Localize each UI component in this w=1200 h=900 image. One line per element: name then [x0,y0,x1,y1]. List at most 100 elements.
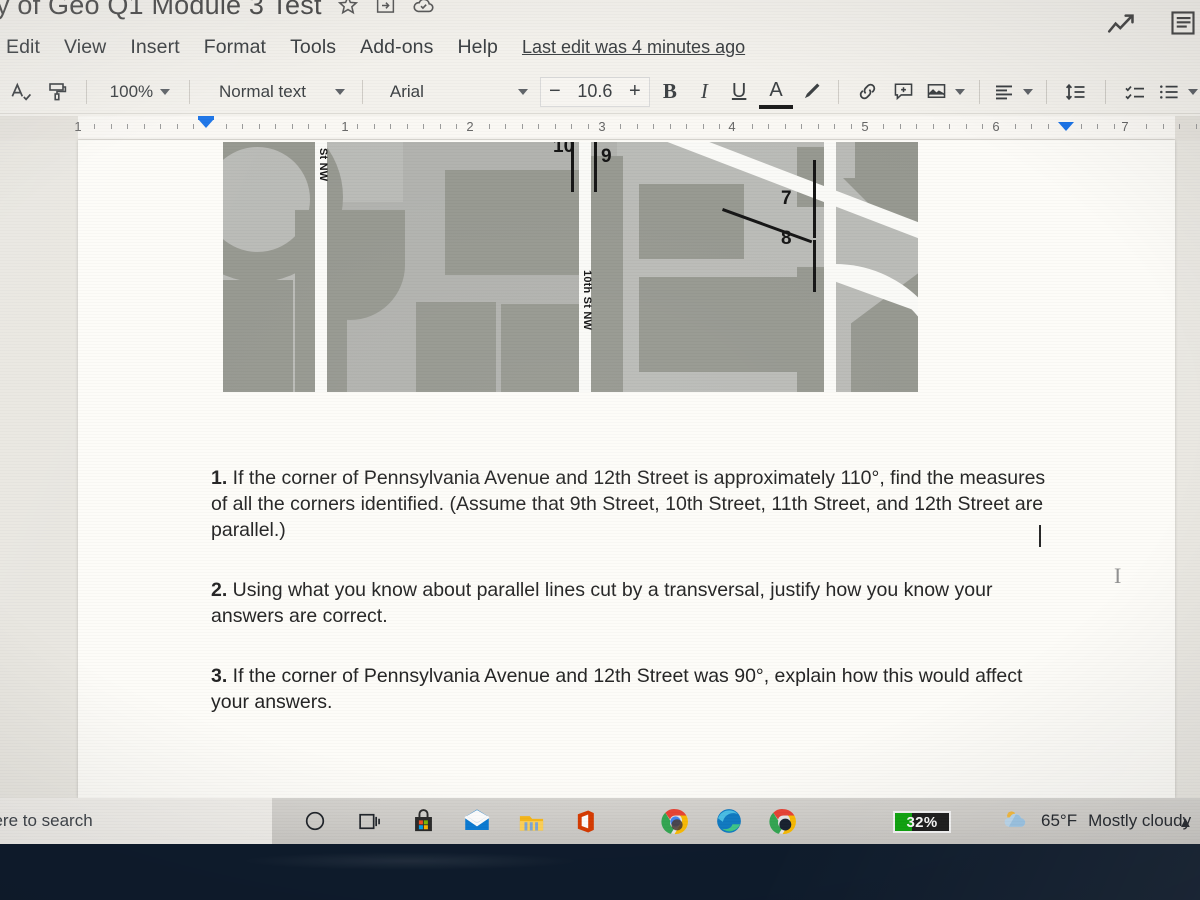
office-icon[interactable] [558,798,612,844]
bulleted-list-icon[interactable] [1155,75,1200,109]
chevron-down-icon [517,88,528,95]
chevron-down-icon [160,88,171,95]
edge-icon[interactable] [702,798,756,844]
angle-label-8: 8 [781,228,792,249]
menu-item-addons[interactable]: Add-ons [348,36,445,59]
document-page[interactable]: St NW 10th St NW 10 9 7 8 1. If the corn… [78,140,1175,798]
spellcheck-icon[interactable] [4,75,38,109]
font-size-increase-button[interactable]: + [621,80,649,103]
weather-widget[interactable]: 65°F Mostly cloudy [1000,798,1191,844]
menu-item-view[interactable]: View [52,36,118,59]
text-color-button[interactable]: A [759,75,793,109]
zoom-value: 100% [109,81,154,101]
ruler-left-margin [0,116,78,140]
battery-percent-label: 32% [906,813,938,831]
taskbar-search-input[interactable]: here to search [0,798,272,844]
question-2[interactable]: 2. Using what you know about parallel li… [211,577,1056,629]
add-comment-icon[interactable] [887,75,921,109]
map-label-st-nw: St NW [317,148,329,182]
cloud-saved-icon[interactable] [412,0,436,17]
partly-cloudy-icon [1000,804,1030,839]
angle-bar-9 [594,142,597,192]
chrome-beta-icon[interactable] [756,798,810,844]
toolbar-separator [189,79,191,104]
font-size-input[interactable]: 10.6 [569,81,621,102]
toolbar-separator [838,79,840,104]
chrome-icon[interactable] [648,798,702,844]
question-1-number: 1. [211,467,228,489]
menu-item-tools[interactable]: Tools [278,36,348,59]
font-size-decrease-button[interactable]: − [541,80,569,103]
underline-button[interactable]: U [721,75,757,109]
mouse-ibeam-cursor: I [1114,563,1122,588]
map-label-10th-st-nw: 10th St NW [581,270,593,331]
document-canvas: St NW 10th St NW 10 9 7 8 1. If the corn… [0,140,1200,798]
question-2-number: 2. [211,579,228,601]
microsoft-store-icon[interactable] [396,798,450,844]
paragraph-style-value: Normal text [219,81,306,101]
toolbar-separator [978,79,980,104]
cortana-circle-icon[interactable] [288,798,342,844]
laptop-bezel [0,844,1200,900]
ruler-number: 1 [341,119,349,134]
document-body-text[interactable]: 1. If the corner of Pennsylvania Avenue … [211,465,1056,749]
menu-bar: Edit View Insert Format Tools Add-ons He… [0,30,1200,64]
map-image-washington-dc[interactable]: St NW 10th St NW 10 9 7 8 [223,142,918,392]
question-2-text: Using what you know about parallel lines… [211,579,993,627]
chevron-down-icon [1023,88,1034,95]
menu-item-edit[interactable]: Edit [0,36,52,59]
laptop-screen-photo: y of Geo Q1 Module 3 Test Edit View Inse… [0,0,1200,900]
toolbar-separator [1105,79,1107,104]
font-selector[interactable]: Arial [374,75,534,109]
document-ruler[interactable]: 1 1 2 3 4 5 6 7 [0,116,1200,140]
search-placeholder: here to search [0,811,93,830]
question-1[interactable]: 1. If the corner of Pennsylvania Avenue … [211,465,1056,543]
angle-label-10: 10 [553,142,575,157]
left-indent-marker[interactable] [198,119,214,128]
line-spacing-icon[interactable] [1058,75,1094,109]
mail-icon[interactable] [450,798,504,844]
question-3-number: 3. [211,665,228,687]
menu-item-format[interactable]: Format [192,36,278,59]
tray-expand-arrow-icon[interactable]: ▲ [1178,814,1193,831]
chevron-down-icon [955,88,966,95]
weather-temperature: 65°F [1041,811,1078,830]
formatting-toolbar: 100% Normal text Arial − 10.6 + B I U A [0,70,1200,114]
angle-bar-7-vertical [813,160,816,238]
menu-item-insert[interactable]: Insert [118,36,191,59]
google-docs-window: y of Geo Q1 Module 3 Test Edit View Inse… [0,0,1200,798]
document-title[interactable]: y of Geo Q1 Module 3 Test [0,0,322,21]
paint-format-icon[interactable] [40,75,74,109]
toolbar-separator [362,79,363,104]
italic-button[interactable]: I [690,75,719,109]
toolbar-separator [85,79,87,104]
document-title-bar: y of Geo Q1 Module 3 Test [0,0,1200,26]
bold-button[interactable]: B [652,75,688,109]
bezel-reflection [240,852,580,870]
question-3[interactable]: 3. If the corner of Pennsylvania Avenue … [211,663,1056,715]
font-size-stepper[interactable]: − 10.6 + [539,76,650,107]
toolbar-separator [1046,79,1048,104]
paragraph-style-selector[interactable]: Normal text [201,75,351,109]
angle-label-7: 7 [781,188,792,209]
explore-trending-icon[interactable] [1105,8,1139,47]
file-explorer-icon[interactable] [504,798,558,844]
chevron-down-icon [335,88,346,95]
question-3-text: If the corner of Pennsylvania Avenue and… [211,665,1023,713]
checklist-icon[interactable] [1117,75,1153,109]
highlight-pen-icon[interactable] [795,75,828,109]
last-edit-link[interactable]: Last edit was 4 minutes ago [522,37,745,58]
right-indent-marker[interactable] [1058,122,1074,131]
first-line-indent-bar[interactable] [198,116,214,120]
insert-image-icon[interactable] [923,75,968,109]
task-view-icon[interactable] [342,798,396,844]
align-left-icon[interactable] [991,75,1036,109]
battery-status-badge[interactable]: 32% [893,811,951,833]
star-icon[interactable] [336,0,360,17]
move-to-folder-icon[interactable] [374,0,398,17]
insert-link-icon[interactable] [850,75,884,109]
zoom-selector[interactable]: 100% [98,75,178,109]
angle-bar-8 [813,240,816,292]
menu-item-help[interactable]: Help [445,36,510,59]
document-outline-icon[interactable] [1168,8,1198,43]
